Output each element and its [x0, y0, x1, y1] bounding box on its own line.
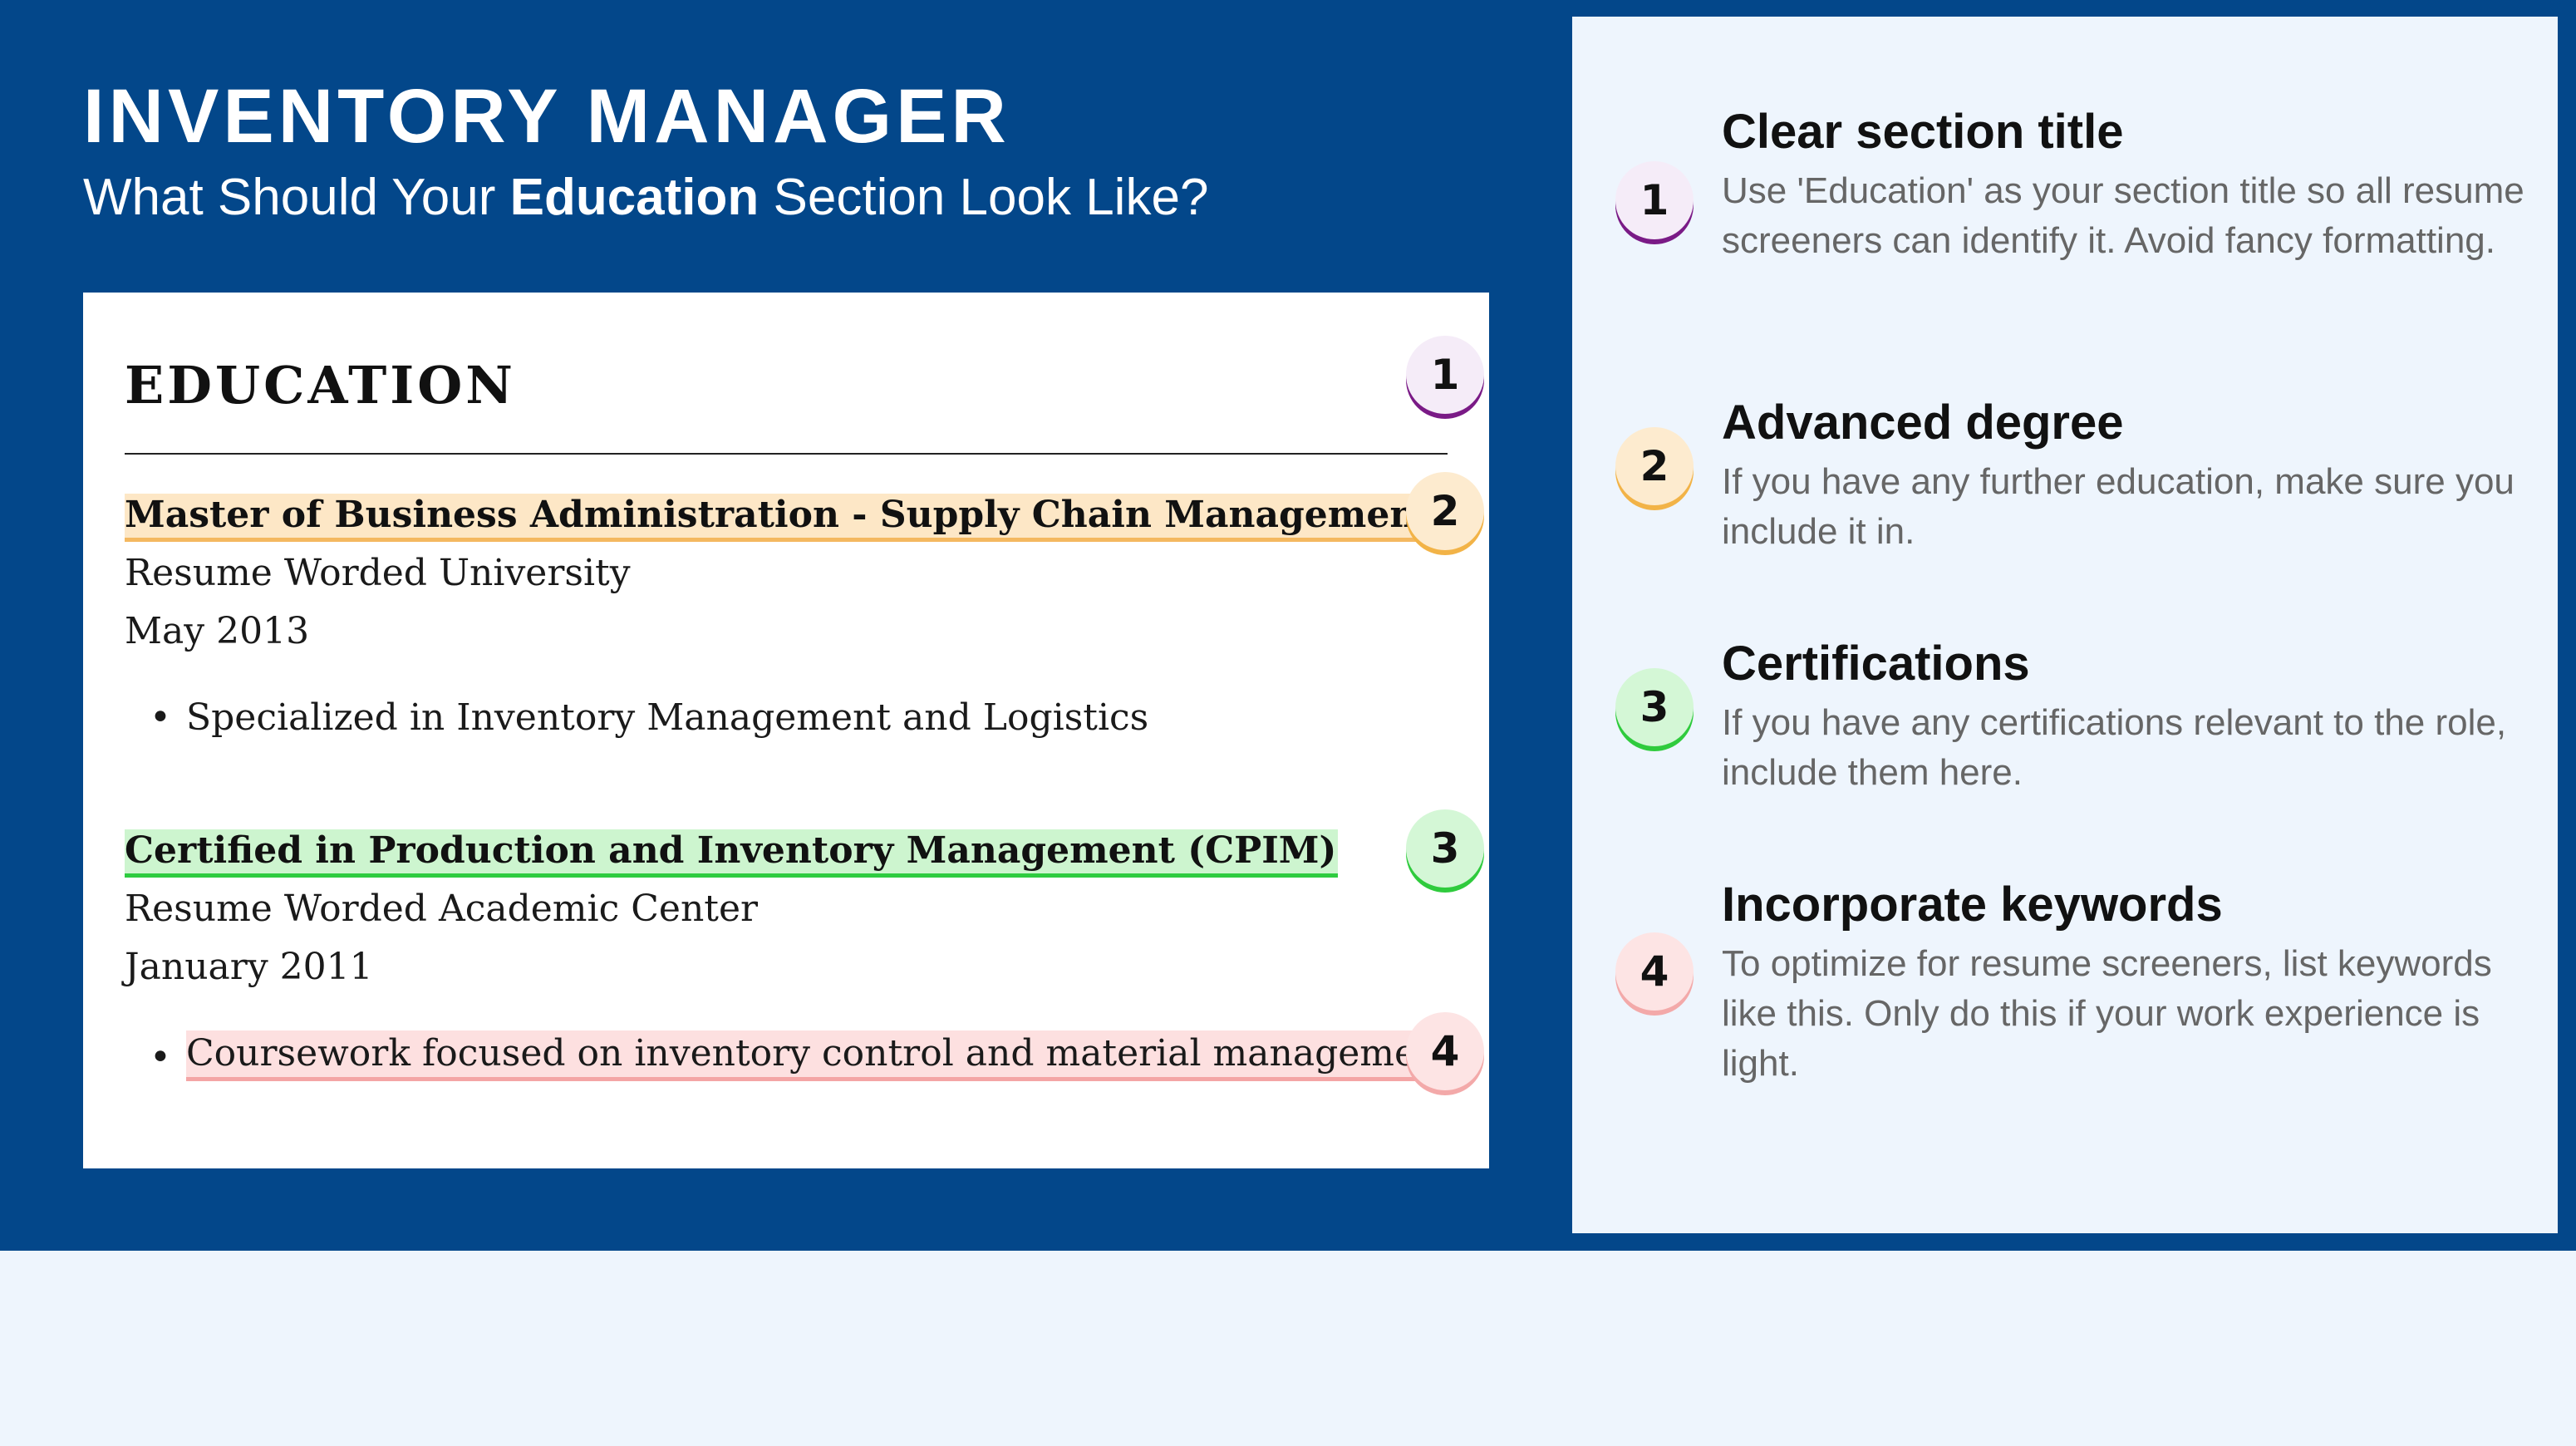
tip-badge-3: 3 — [1615, 668, 1694, 746]
tip-badge-2: 2 — [1615, 427, 1694, 505]
section-divider — [125, 453, 1448, 455]
bullet-dot: • — [150, 1036, 171, 1079]
badge-1: 1 — [1406, 336, 1484, 414]
degree-title-1: Master of Business Administration - Supp… — [125, 494, 1435, 542]
bullet-item-2: • Coursework focused on inventory control… — [150, 1030, 1424, 1081]
subtitle-emphasis: Education — [509, 169, 760, 226]
tip-title-3: Certifications — [1722, 637, 2030, 691]
school-name-1: Resume Worded University — [125, 552, 631, 594]
subtitle-end: Section Look Like? — [759, 169, 1209, 226]
tip-badge-1: 1 — [1615, 161, 1694, 239]
bullet-dot: • — [150, 696, 171, 739]
tip-body-3: If you have any certifications relevant … — [1722, 702, 2507, 793]
degree-line-1: Master of Business Administration - Supp… — [125, 492, 1435, 542]
degree-title-2: Certified in Production and Inventory Ma… — [125, 829, 1339, 878]
graduation-date-2: January 2011 — [125, 946, 373, 988]
badge-3: 3 — [1406, 809, 1484, 888]
tip-badge-4: 4 — [1615, 932, 1694, 1011]
bullet-item-1: • Specialized in Inventory Management and… — [150, 695, 1148, 741]
resume-education-card: EDUCATION 1 Master of Business Administr… — [83, 293, 1489, 1168]
bullet-text-2: Coursework focused on inventory control … — [186, 1030, 1424, 1081]
page-subtitle: What Should Your Education Section Look … — [83, 165, 1208, 231]
degree-line-2: Certified in Production and Inventory Ma… — [125, 828, 1339, 878]
tip-body-2: If you have any further education, make … — [1722, 461, 2515, 552]
badge-4: 4 — [1406, 1012, 1484, 1090]
bottom-strip — [0, 1251, 2576, 1446]
tip-title-2: Advanced degree — [1722, 396, 2124, 450]
tip-title-1: Clear section title — [1722, 105, 2124, 159]
tip-title-4: Incorporate keywords — [1722, 878, 2223, 932]
school-name-2: Resume Worded Academic Center — [125, 888, 759, 930]
page-title: INVENTORY MANAGER — [83, 74, 1010, 159]
tip-body-1: Use 'Education' as your section title so… — [1722, 170, 2524, 261]
subtitle-start: What Should Your — [83, 169, 510, 226]
graduation-date-1: May 2013 — [125, 610, 310, 652]
tip-body-4: To optimize for resume screeners, list k… — [1722, 943, 2492, 1084]
bullet-text-1: Specialized in Inventory Management and … — [186, 696, 1149, 739]
badge-2: 2 — [1406, 472, 1484, 550]
tips-panel: 1 Clear section title Use 'Education' as… — [1572, 17, 2558, 1233]
education-heading: EDUCATION — [125, 355, 516, 416]
